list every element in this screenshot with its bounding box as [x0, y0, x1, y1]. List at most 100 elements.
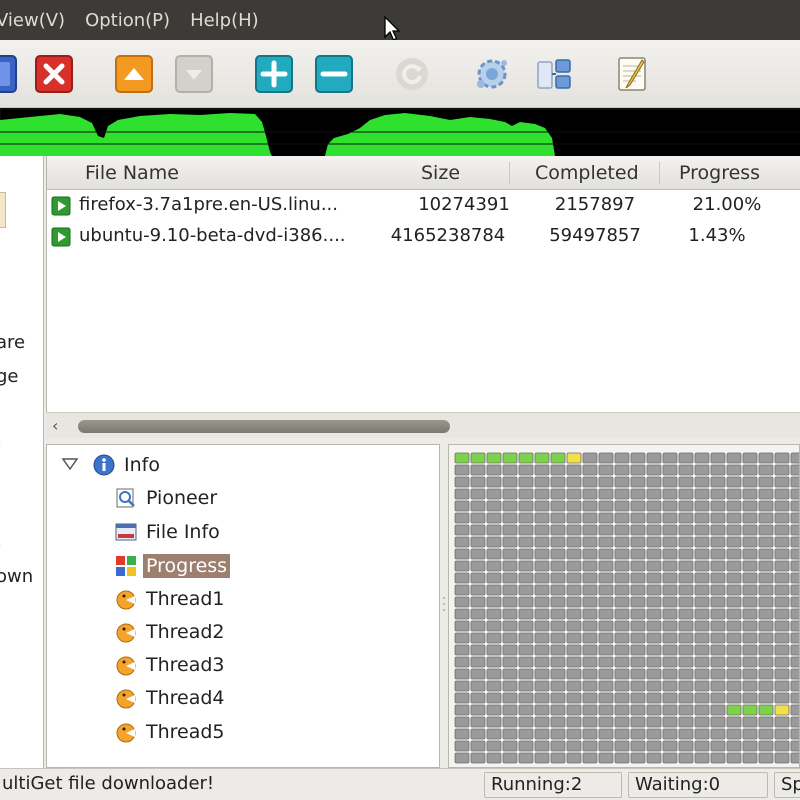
- tree-item-thread3[interactable]: Thread3: [115, 650, 228, 680]
- block-cell: [486, 572, 502, 584]
- sidebar-item-fragment[interactable]: h: [0, 500, 1, 521]
- block-cell: [646, 740, 662, 752]
- new-task-button[interactable]: [0, 54, 18, 94]
- tree-item-progress[interactable]: Progress: [115, 551, 231, 581]
- block-cell: [582, 536, 598, 548]
- block-cell: [790, 488, 799, 500]
- block-cell: [646, 524, 662, 536]
- block-cell: [774, 488, 790, 500]
- block-cell: [486, 500, 502, 512]
- block-cell: [774, 596, 790, 608]
- tree-item-thread1[interactable]: Thread1: [115, 584, 228, 614]
- block-cell: [678, 464, 694, 476]
- block-cell: [486, 704, 502, 716]
- block-cell: [502, 452, 518, 464]
- block-cell: [486, 728, 502, 740]
- sidebar-item-fragment[interactable]: e: [0, 534, 1, 555]
- column-separator[interactable]: [509, 162, 510, 184]
- block-cell: [502, 716, 518, 728]
- tree-item-thread5[interactable]: Thread5: [115, 717, 228, 747]
- tree-item-thread2[interactable]: Thread2: [115, 617, 228, 647]
- block-cell: [582, 572, 598, 584]
- block-cell: [534, 500, 550, 512]
- collapse-arrow-icon[interactable]: [61, 457, 79, 471]
- download-list-scrollbar[interactable]: ‹: [46, 412, 800, 438]
- delete-button[interactable]: [34, 54, 74, 94]
- notepad-button[interactable]: [612, 54, 652, 94]
- block-cell: [502, 728, 518, 740]
- block-cell: [646, 488, 662, 500]
- block-cell: [486, 476, 502, 488]
- block-cell: [678, 728, 694, 740]
- block-cell: [694, 728, 710, 740]
- block-cell: [662, 656, 678, 668]
- remove-thread-button[interactable]: [314, 54, 354, 94]
- sidebar-item-fragment[interactable]: e: [0, 432, 1, 453]
- block-cell: [662, 560, 678, 572]
- block-cell: [518, 752, 534, 764]
- block-cell: [742, 716, 758, 728]
- column-size[interactable]: Size: [421, 162, 460, 184]
- block-cell: [486, 692, 502, 704]
- block-cell: [582, 500, 598, 512]
- block-cell: [486, 680, 502, 692]
- block-cell: [534, 644, 550, 656]
- block-cell: [726, 608, 742, 620]
- menu-view[interactable]: View(V): [0, 10, 75, 31]
- scrollbar-thumb[interactable]: [78, 420, 450, 433]
- block-cell: [630, 620, 646, 632]
- column-separator[interactable]: [659, 162, 660, 184]
- block-cell: [550, 668, 566, 680]
- block-cell: [518, 536, 534, 548]
- block-cell: [774, 452, 790, 464]
- move-up-button[interactable]: [114, 54, 154, 94]
- block-cell: [774, 644, 790, 656]
- block-cell: [534, 620, 550, 632]
- block-cell: [678, 632, 694, 644]
- table-row[interactable]: firefox-3.7a1pre.en-US.linu... 10274391 …: [47, 192, 800, 223]
- block-cell: [694, 704, 710, 716]
- block-cell: [454, 656, 470, 668]
- menu-help[interactable]: Help(H): [180, 10, 269, 31]
- block-cell: [790, 728, 799, 740]
- menu-option[interactable]: Option(P): [75, 10, 180, 31]
- block-cell: [742, 608, 758, 620]
- tree-item-thread4[interactable]: Thread4: [115, 683, 228, 713]
- tree-item-info[interactable]: Info: [93, 450, 163, 480]
- add-thread-button[interactable]: [254, 54, 294, 94]
- block-cell: [790, 752, 799, 764]
- block-cell: [742, 740, 758, 752]
- download-list-header: File Name Size Completed Progress: [47, 156, 800, 190]
- block-cell: [566, 656, 582, 668]
- block-cell: [518, 740, 534, 752]
- column-file-name[interactable]: File Name: [85, 162, 179, 184]
- block-cell: [694, 680, 710, 692]
- scroll-left-arrow-icon[interactable]: ‹: [52, 416, 58, 435]
- block-cell: [550, 680, 566, 692]
- column-completed[interactable]: Completed: [535, 162, 639, 184]
- reload-button[interactable]: [392, 54, 432, 94]
- sidebar-item-fragment[interactable]: own: [0, 566, 33, 587]
- sidebar-item-fragment[interactable]: are: [0, 332, 25, 353]
- sidebar-item-fragment[interactable]: ge: [0, 366, 19, 387]
- block-cell: [646, 500, 662, 512]
- tree-item-file-info[interactable]: File Info: [115, 517, 223, 547]
- settings-button[interactable]: [472, 54, 512, 94]
- block-cell: [566, 692, 582, 704]
- block-cell: [534, 728, 550, 740]
- block-cell: [518, 500, 534, 512]
- move-down-button[interactable]: [174, 54, 214, 94]
- block-cell: [502, 680, 518, 692]
- block-cell: [790, 584, 799, 596]
- download-list: File Name Size Completed Progress firefo…: [46, 156, 800, 438]
- server-button[interactable]: [534, 54, 574, 94]
- tree-item-pioneer[interactable]: Pioneer: [115, 483, 220, 513]
- block-cell: [566, 680, 582, 692]
- table-row[interactable]: ubuntu-9.10-beta-dvd-i386.... 4165238784…: [47, 223, 800, 254]
- block-cell: [790, 680, 799, 692]
- block-cell: [726, 704, 742, 716]
- block-cell: [774, 536, 790, 548]
- column-progress[interactable]: Progress: [679, 162, 760, 184]
- block-cell: [742, 644, 758, 656]
- pane-splitter[interactable]: [440, 444, 448, 768]
